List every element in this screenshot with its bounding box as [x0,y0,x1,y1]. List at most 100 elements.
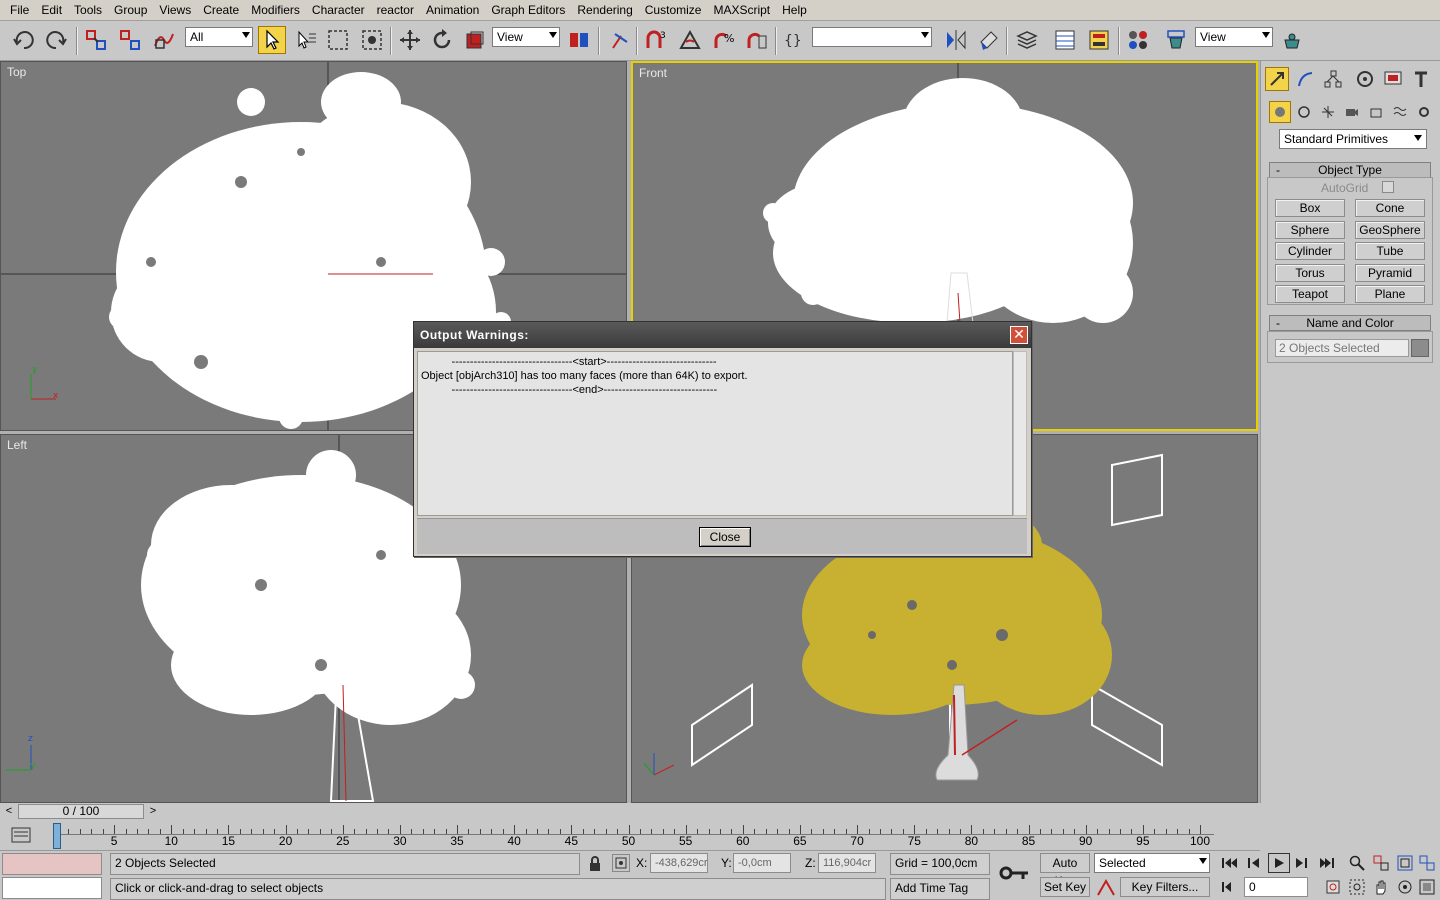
unlink-icon[interactable] [116,26,144,54]
time-prev-arrow[interactable]: < [2,804,16,819]
box-button[interactable]: Box [1275,199,1345,217]
x-coordinate-field[interactable]: -438,629cr [650,853,708,873]
zoom-all-icon[interactable] [1370,853,1392,873]
set-key-button[interactable]: Set Key [1040,877,1090,897]
auto-key-button[interactable]: Auto Key [1040,853,1090,888]
display-tab-icon[interactable] [1381,67,1405,91]
current-frame-marker[interactable] [53,823,61,849]
menu-create[interactable]: Create [197,0,245,20]
layer-manager-icon[interactable] [1013,26,1041,54]
helpers-icon[interactable] [1365,101,1387,123]
default-tangents-icon[interactable] [1096,877,1116,900]
key-filters-button[interactable]: Key Filters... [1120,877,1210,897]
menu-reactor[interactable]: reactor [371,0,420,20]
goto-start-icon[interactable] [1218,853,1240,873]
manipulate-icon[interactable] [605,26,633,54]
torus-button[interactable]: Torus [1275,264,1345,282]
menu-rendering[interactable]: Rendering [571,0,638,20]
bind-space-warp-icon[interactable] [150,26,178,54]
next-frame-icon[interactable] [1290,853,1312,873]
render-view-dropdown[interactable]: View [1195,27,1273,47]
time-next-arrow[interactable]: > [146,804,160,819]
lights-icon[interactable] [1317,101,1339,123]
reference-coord-dropdown[interactable]: View [492,27,560,47]
maxscript-listener-mini[interactable] [2,853,102,875]
geometry-icon[interactable] [1269,101,1291,123]
menu-help[interactable]: Help [776,0,813,20]
align-icon[interactable] [975,26,1003,54]
menu-edit[interactable]: Edit [35,0,68,20]
snap-3d-icon[interactable]: 3 [642,26,670,54]
modify-tab-icon[interactable] [1293,67,1317,91]
hierarchy-tab-icon[interactable] [1321,67,1345,91]
menu-graph-editors[interactable]: Graph Editors [485,0,571,20]
mini-curve-editor-icon[interactable] [10,826,32,847]
percent-snap-icon[interactable]: % [710,26,738,54]
selection-filter-dropdown[interactable]: All [185,27,253,47]
utilities-tab-icon[interactable] [1409,67,1433,91]
play-icon[interactable] [1268,853,1290,873]
goto-end-icon[interactable] [1316,853,1338,873]
maxscript-input[interactable] [2,877,102,899]
edit-named-selection-icon[interactable]: {} [780,26,808,54]
undo-icon[interactable] [10,26,38,54]
viewport-label-top[interactable]: Top [7,65,26,79]
absolute-mode-icon[interactable] [612,854,630,872]
warnings-text-area[interactable]: ---------------------------------<start>… [417,351,1013,516]
plane-button[interactable]: Plane [1355,285,1425,303]
motion-tab-icon[interactable] [1353,67,1377,91]
key-mode-toggle-icon[interactable] [1218,877,1240,897]
render-scene-icon[interactable] [1162,26,1190,54]
set-key-icon[interactable] [998,861,1032,890]
pan-hand-icon[interactable] [1370,877,1392,897]
arc-rotate-icon[interactable] [1394,877,1416,897]
close-icon[interactable]: ✕ [1010,326,1028,344]
curve-editor-icon[interactable] [1051,26,1079,54]
material-editor-icon[interactable] [1124,26,1152,54]
cone-button[interactable]: Cone [1355,199,1425,217]
select-rotate-icon[interactable] [428,26,456,54]
spinner-snap-icon[interactable] [743,26,771,54]
zoom-extents-icon[interactable] [1394,853,1416,873]
window-crossing-icon[interactable] [358,26,386,54]
sphere-button[interactable]: Sphere [1275,221,1345,239]
redo-icon[interactable] [42,26,70,54]
menu-customize[interactable]: Customize [639,0,708,20]
time-configuration-icon[interactable] [1322,877,1344,897]
menu-modifiers[interactable]: Modifiers [245,0,306,20]
previous-frame-icon[interactable] [1244,853,1266,873]
pyramid-button[interactable]: Pyramid [1355,264,1425,282]
rect-region-icon[interactable] [324,26,352,54]
viewport-label-left[interactable]: Left [7,438,27,452]
pivot-icon[interactable] [565,26,593,54]
object-type-rollout-header[interactable]: - Object Type [1269,162,1431,178]
select-scale-icon[interactable] [461,26,489,54]
dialog-title[interactable]: Output Warnings: [414,322,1031,348]
z-coordinate-field[interactable]: 116,904cr [818,853,876,873]
region-zoom-icon[interactable] [1346,877,1368,897]
close-button[interactable]: Close [699,527,751,547]
select-by-name-icon[interactable] [292,26,320,54]
menu-animation[interactable]: Animation [420,0,485,20]
autogrid-checkbox[interactable] [1382,181,1394,193]
create-tab-icon[interactable] [1265,67,1289,91]
cameras-icon[interactable] [1341,101,1363,123]
menu-maxscript[interactable]: MAXScript [707,0,776,20]
object-color-swatch[interactable] [1411,339,1429,357]
select-link-icon[interactable] [82,26,110,54]
angle-snap-icon[interactable] [676,26,704,54]
key-mode-dropdown[interactable]: Selected [1094,853,1210,873]
y-coordinate-field[interactable]: -0,0cm [733,853,791,873]
primitive-category-dropdown[interactable]: Standard Primitives [1279,129,1427,149]
add-time-tag-button[interactable]: Add Time Tag [890,878,990,900]
mirror-icon[interactable] [942,26,970,54]
systems-icon[interactable] [1413,101,1435,123]
current-frame-field[interactable]: 0 [1244,877,1308,897]
menu-tools[interactable]: Tools [68,0,108,20]
space-warps-icon[interactable] [1389,101,1411,123]
track-bar[interactable]: 0510152025303540455055606570758085909510… [0,821,1260,851]
menu-views[interactable]: Views [153,0,197,20]
geosphere-button[interactable]: GeoSphere [1355,221,1425,239]
maximize-viewport-icon[interactable] [1416,877,1438,897]
shapes-icon[interactable] [1293,101,1315,123]
